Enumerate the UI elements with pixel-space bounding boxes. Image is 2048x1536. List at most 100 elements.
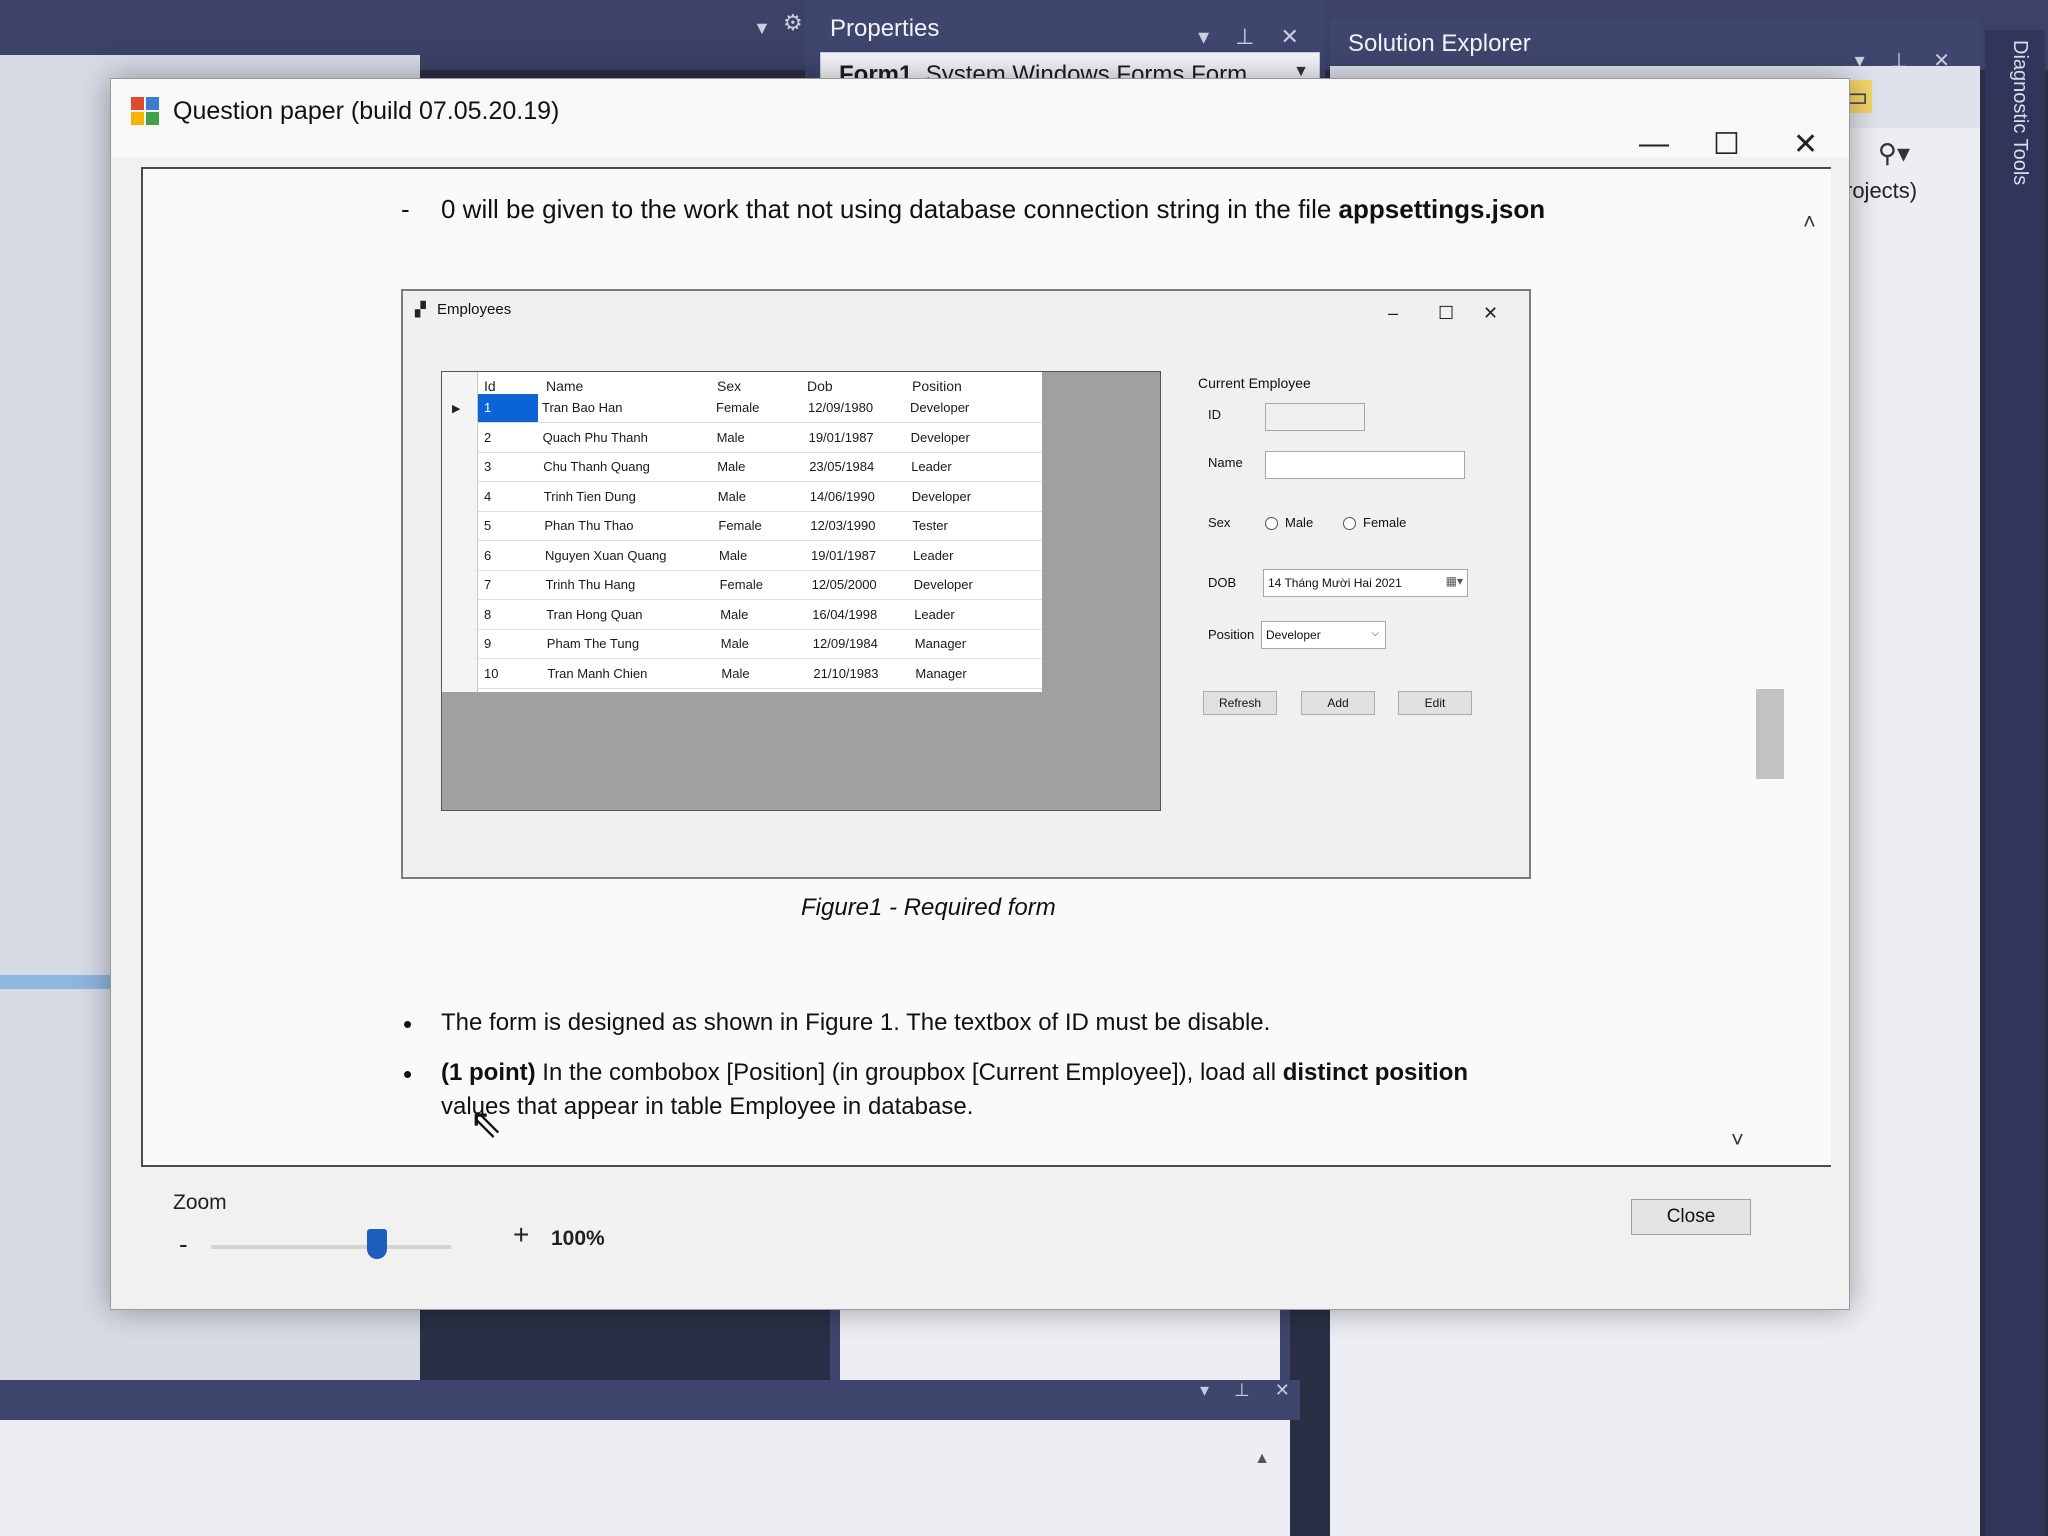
gear-icon[interactable]: ⚙: [783, 10, 803, 36]
table-cell: Trinh Thu Hang: [545, 577, 636, 592]
name-label: Name: [1208, 455, 1243, 470]
table-cell: 16/04/1998: [812, 606, 878, 622]
table-cell: Female: [718, 518, 762, 533]
table-cell: Quach Phu Thanh: [542, 429, 648, 445]
employee-datagrid: Id Name Sex Dob Position 1 Tran Bao Han Fe…: [441, 371, 1161, 811]
table-cell: 1: [478, 394, 538, 422]
table-row: 6 Nguyen Xuan Quang Male 19/01/1987 Leader: [478, 542, 1042, 571]
row-header-column: [442, 372, 478, 692]
panel-pin-close-icons[interactable]: ▾ ⊥ ✕: [1200, 1380, 1300, 1401]
solution-explorer-title: Solution Explorer: [1348, 30, 1531, 57]
zoom-slider-track[interactable]: [211, 1245, 451, 1249]
zoom-value: 100%: [551, 1227, 605, 1250]
table-cell: Male: [717, 488, 746, 504]
scroll-up-icon[interactable]: ˄: [1803, 209, 1816, 235]
table-row: 2 Quach Phu Thanh Male 19/01/1987 Developer: [478, 424, 1042, 453]
close-button[interactable]: Close: [1631, 1199, 1751, 1235]
table-row: 7 Trinh Thu Hang Female 12/05/2000 Developer: [478, 571, 1042, 600]
table-cell: 14/06/1990: [809, 488, 875, 504]
maximize-icon: ☐: [1438, 303, 1455, 323]
table-cell: Tran Hong Quan: [546, 606, 643, 622]
add-button: Add: [1301, 691, 1375, 715]
scroll-down-icon[interactable]: ˅: [1731, 1127, 1744, 1153]
bullet-item: • The form is designed as shown in Figure…: [403, 1009, 1271, 1039]
zoom-in-button[interactable]: +: [513, 1219, 529, 1251]
table-row: 5 Phan Thu Thao Female 12/03/1990 Tester: [478, 512, 1042, 541]
table-cell: Chu Thanh Quang: [543, 459, 650, 474]
scrollbar-thumb[interactable]: [1756, 689, 1784, 779]
table-cell: Developer: [910, 400, 970, 415]
id-label: ID: [1208, 407, 1221, 422]
male-radio-label: Male: [1285, 515, 1314, 530]
table-cell: Male: [717, 459, 746, 474]
table-cell: Tran Bao Han: [542, 400, 623, 415]
maximize-icon[interactable]: ☐: [1713, 127, 1740, 162]
table-cell: 3: [484, 459, 492, 474]
diagnostic-tools-strip[interactable]: [1985, 30, 2045, 1536]
table-cell: Male: [720, 636, 749, 651]
bullet-continuation: values that appear in table Employee in …: [441, 1093, 974, 1120]
table-cell: Trinh Tien Dung: [543, 488, 636, 504]
table-cell: 23/05/1984: [809, 459, 875, 474]
edit-button: Edit: [1398, 691, 1472, 715]
current-employee-group-title: Current Employee: [1198, 375, 1311, 391]
search-icon[interactable]: ⚲▾: [1878, 138, 1910, 169]
table-cell: Phan Thu Thao: [544, 518, 634, 533]
table-cell: Male: [720, 606, 749, 622]
zoom-slider-thumb[interactable]: [367, 1229, 387, 1259]
col-header-dob: Dob: [807, 378, 833, 394]
zoom-label: Zoom: [173, 1191, 227, 1214]
chevron-down-icon: ⌵: [1371, 628, 1379, 639]
solution-projects-text: rojects): [1845, 178, 1918, 203]
calendar-icon: ▦▾: [1445, 574, 1463, 588]
id-textbox: [1265, 403, 1365, 431]
diagnostic-tools-label[interactable]: Diagnostic Tools: [2008, 40, 2031, 185]
table-cell: Male: [716, 429, 745, 445]
table-cell: 12/03/1990: [810, 518, 876, 533]
male-radio: [1265, 517, 1278, 530]
ide-bottom-middle-pane: [830, 1300, 1290, 1385]
table-cell: Leader: [913, 547, 954, 563]
col-header-name: Name: [546, 378, 584, 394]
table-cell: Pham The Tung: [546, 636, 640, 651]
table-cell: Tester: [912, 518, 948, 533]
window-titlebar[interactable]: Question paper (build 07.05.20.19) — ☐ ✕: [111, 79, 1849, 161]
minimize-icon[interactable]: —: [1639, 127, 1669, 161]
window-title: Question paper (build 07.05.20.19): [173, 97, 560, 125]
table-cell: Leader: [911, 459, 952, 474]
table-cell: 9: [484, 636, 492, 651]
mouse-cursor-icon: ⇖: [469, 1102, 503, 1146]
col-header-position: Position: [912, 378, 962, 394]
col-header-id: Id: [484, 378, 496, 394]
table-cell: Developer: [911, 488, 972, 504]
table-cell: 10: [484, 665, 499, 681]
scroll-up-icon[interactable]: ▲: [1254, 1450, 1270, 1468]
minimize-icon: –: [1388, 303, 1399, 323]
name-textbox: [1265, 451, 1465, 479]
table-cell: 7: [484, 577, 492, 592]
table-cell: 4: [484, 488, 492, 504]
zoom-out-button[interactable]: -: [179, 1229, 188, 1260]
table-cell: Male: [719, 547, 748, 563]
female-radio-label: Female: [1363, 515, 1407, 530]
table-cell: 8: [484, 606, 492, 622]
close-icon[interactable]: ✕: [1793, 127, 1818, 162]
table-cell: Male: [721, 665, 750, 681]
bullet-item: • (1 point) In the combobox [Position] (i…: [403, 1059, 1469, 1089]
table-cell: 5: [484, 518, 492, 533]
rule-line: -0 will be given to the work that not us…: [401, 194, 1546, 224]
table-row: 8 Tran Hong Quan Male 16/04/1998 Leader: [478, 601, 1042, 630]
panel-pin-close-icons[interactable]: ▾ ⊥ ✕: [1198, 24, 1309, 50]
employees-form-figure: ▞ Employees – ☐ ✕ Id Name Sex Dob Positi…: [401, 289, 1531, 879]
dob-datepicker: 14 Tháng Mười Hai 2021 ▦▾: [1263, 569, 1468, 597]
table-cell: Nguyen Xuan Quang: [545, 547, 667, 563]
sex-label: Sex: [1208, 515, 1231, 530]
position-label: Position: [1208, 627, 1255, 642]
table-cell: 12/05/2000: [811, 577, 877, 592]
female-radio: [1343, 517, 1356, 530]
table-row: 9 Pham The Tung Male 12/09/1984 Manager: [478, 630, 1042, 659]
table-cell: 21/10/1983: [813, 665, 879, 681]
dropdown-arrow-icon[interactable]: ▼: [753, 18, 771, 39]
table-row: 10 Tran Manh Chien Male 21/10/1983 Manager: [478, 660, 1042, 689]
close-icon: ✕: [1483, 303, 1499, 323]
